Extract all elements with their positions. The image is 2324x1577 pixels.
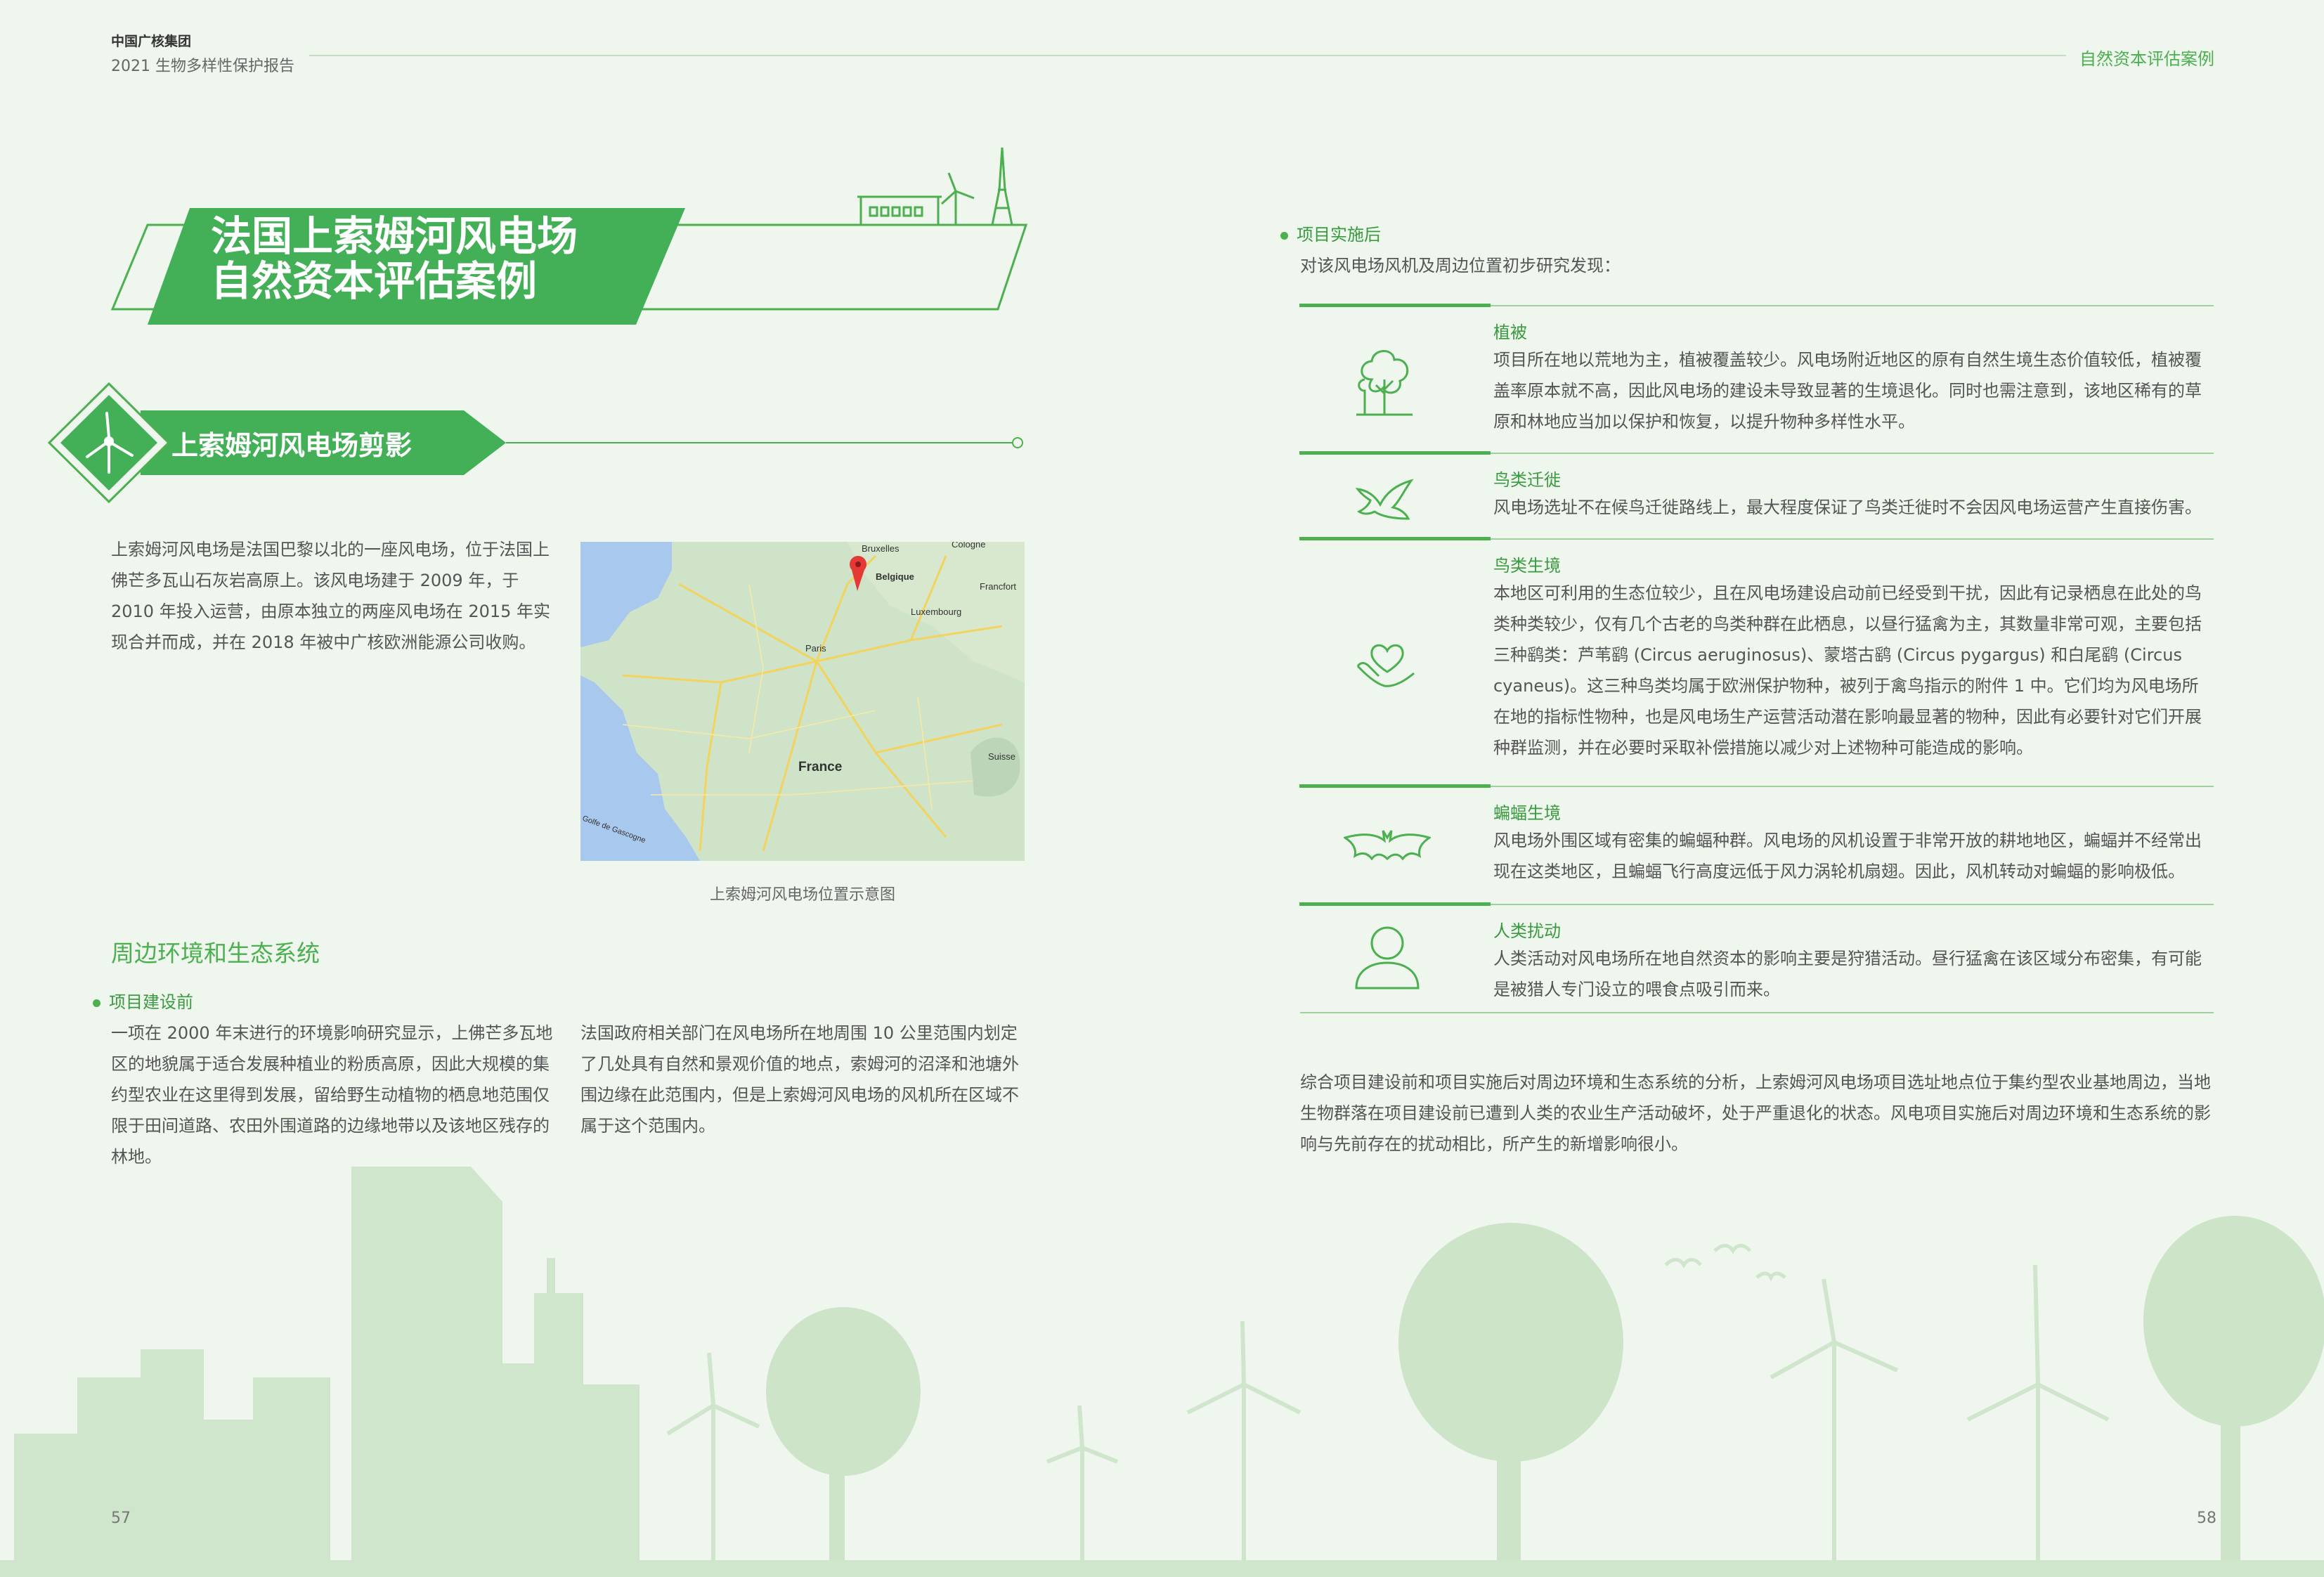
finding-text: 风电场外围区域有密集的蝙蝠种群。风电场的风机设置于非常开放的耕地地区，蝙蝠并不经…	[1493, 831, 2202, 881]
page-number-left: 57	[111, 1510, 131, 1527]
map-label-belgique: Belgique	[876, 571, 914, 582]
finding-row: 鸟类迁徙 风电场选址不在候鸟迁徙路线上，最大程度保证了鸟类迁徙时不会因风电场运营…	[1299, 451, 2214, 538]
map-label-france: France	[798, 760, 842, 774]
bat-icon	[1344, 830, 1431, 861]
finding-text: 人类活动对风电场所在地自然资本的影响主要是狩猎活动。昼行猛禽在该区域分布密集，有…	[1493, 949, 2202, 999]
person-icon	[1355, 926, 1420, 989]
bird-icon	[1755, 1271, 1786, 1282]
finding-row: 鸟类生境 本地区可利用的生态位较少，且在风电场建设启动前已经受到干扰，因此有记录…	[1299, 537, 2214, 786]
page-number-right: 58	[2197, 1510, 2216, 1527]
findings-table: 植被 项目所在地以荒地为主，植被覆盖较少。风电场附近地区的原有自然生境生态价值较…	[1299, 304, 2214, 1013]
summary-text: 综合项目建设前和项目实施后对周边环境和生态系统的分析，上索姆河风电场项目选址地点…	[1300, 1072, 2211, 1154]
row-accent	[1299, 902, 1491, 906]
finding-title: 植被	[1493, 323, 1527, 342]
row-cell: 鸟类生境 本地区可利用的生态位较少，且在风电场建设启动前已经受到干扰，因此有记录…	[1493, 540, 2214, 777]
row-cell: 鸟类迁徙 风电场选址不在候鸟迁徙路线上，最大程度保证了鸟类迁徙时不会因风电场运营…	[1493, 454, 2214, 537]
finding-text: 本地区可利用的生态位较少，且在风电场建设启动前已经受到干扰，因此有记录栖息在此处…	[1493, 583, 2202, 758]
skyline-icon	[857, 147, 1013, 226]
profile-intro: 上索姆河风电场是法国巴黎以北的一座风电场，位于法国上佛芒多瓦山石灰岩高原上。该风…	[111, 540, 551, 652]
map-label-paris: Paris	[805, 643, 826, 654]
before-label-text: 项目建设前	[109, 992, 193, 1012]
finding-title: 鸟类迁徙	[1493, 470, 1561, 490]
section-label: 自然资本评估案例	[2079, 49, 2214, 69]
tree-icon	[1356, 350, 1413, 416]
map-label-bruxelles: Bruxelles	[862, 543, 900, 554]
bird-icon	[1664, 1258, 1702, 1268]
trees-icon	[766, 1216, 2324, 1577]
row-accent	[1299, 537, 1491, 540]
finding-text: 项目所在地以荒地为主，植被覆盖较少。风电场附近地区的原有自然生境生态价值较低，植…	[1493, 350, 2202, 431]
map-label-francfort: Francfort	[980, 581, 1016, 592]
before-text-col1: 一项在 2000 年末进行的环境影响研究显示，上佛芒多瓦地区的地貌属于适合发展种…	[111, 1023, 553, 1167]
bird-icon	[1713, 1244, 1751, 1254]
row-cell: 蝙蝠生境 风电场外围区域有密集的蝙蝠种群。风电场的风机设置于非常开放的耕地地区，…	[1493, 787, 2214, 901]
map-graphic: Bruxelles Cologne Belgique Francfort Lux…	[580, 542, 1025, 861]
map-label-suisse: Suisse	[988, 751, 1015, 762]
before-text-col2: 法国政府相关部门在风电场所在地周围 10 公里范围内划定了几处具有自然和景观价值…	[580, 1023, 1019, 1136]
environment-heading: 周边环境和生态系统	[111, 940, 320, 967]
title-line-2: 自然资本评估案例	[211, 257, 538, 305]
finding-title: 人类扰动	[1493, 921, 1561, 941]
section-title: 上索姆河风电场剪影	[171, 430, 413, 461]
row-cell: 人类扰动 人类活动对风电场所在地自然资本的影响主要是狩猎活动。昼行猛禽在该区域分…	[1493, 905, 2214, 1019]
hand-heart-icon	[1356, 644, 1415, 687]
before-label: 项目建设前	[93, 988, 193, 1013]
after-label: 项目实施后	[1280, 221, 1381, 245]
after-intro: 对该风电场风机及周边位置初步研究发现：	[1300, 256, 1621, 275]
row-accent	[1299, 784, 1491, 788]
finding-row: 蝙蝠生境 风电场外围区域有密集的蝙蝠种群。风电场的风机设置于非常开放的耕地地区，…	[1299, 784, 2214, 904]
page-title: 法国上索姆河风电场 自然资本评估案例	[211, 214, 578, 304]
title-line-1: 法国上索姆河风电场	[211, 212, 578, 260]
finding-title: 蝙蝠生境	[1493, 803, 1561, 823]
location-map[interactable]: Bruxelles Cologne Belgique Francfort Lux…	[580, 542, 1025, 861]
city-skyline-icon	[14, 1167, 640, 1577]
header-divider	[309, 55, 2066, 56]
bullet-dot	[93, 999, 100, 1007]
grass-strip	[0, 1560, 2324, 1577]
company-name: 中国广核集团	[111, 34, 192, 49]
finding-text: 风电场选址不在候鸟迁徙路线上，最大程度保证了鸟类迁徙时不会因风电场运营产生直接伤…	[1493, 498, 2202, 517]
map-label-cologne: Cologne	[952, 542, 985, 550]
report-title: 2021 生物多样性保护报告	[111, 58, 294, 75]
row-cell: 植被 项目所在地以荒地为主，植被覆盖较少。风电场附近地区的原有自然生境生态价值较…	[1493, 306, 2214, 451]
background-scenery	[0, 1167, 2324, 1577]
finding-row: 植被 项目所在地以荒地为主，植被覆盖较少。风电场附近地区的原有自然生境生态价值较…	[1299, 304, 2214, 453]
finding-title: 鸟类生境	[1493, 556, 1561, 576]
bird-icon	[1355, 479, 1414, 520]
row-accent	[1299, 304, 1491, 307]
map-label-luxembourg: Luxembourg	[911, 606, 961, 617]
after-label-text: 项目实施后	[1297, 225, 1381, 245]
finding-row: 人类扰动 人类活动对风电场所在地自然资本的影响主要是狩猎活动。昼行猛禽在该区域分…	[1299, 902, 2214, 1012]
map-caption: 上索姆河风电场位置示意图	[709, 886, 895, 904]
bullet-dot	[1280, 231, 1288, 240]
